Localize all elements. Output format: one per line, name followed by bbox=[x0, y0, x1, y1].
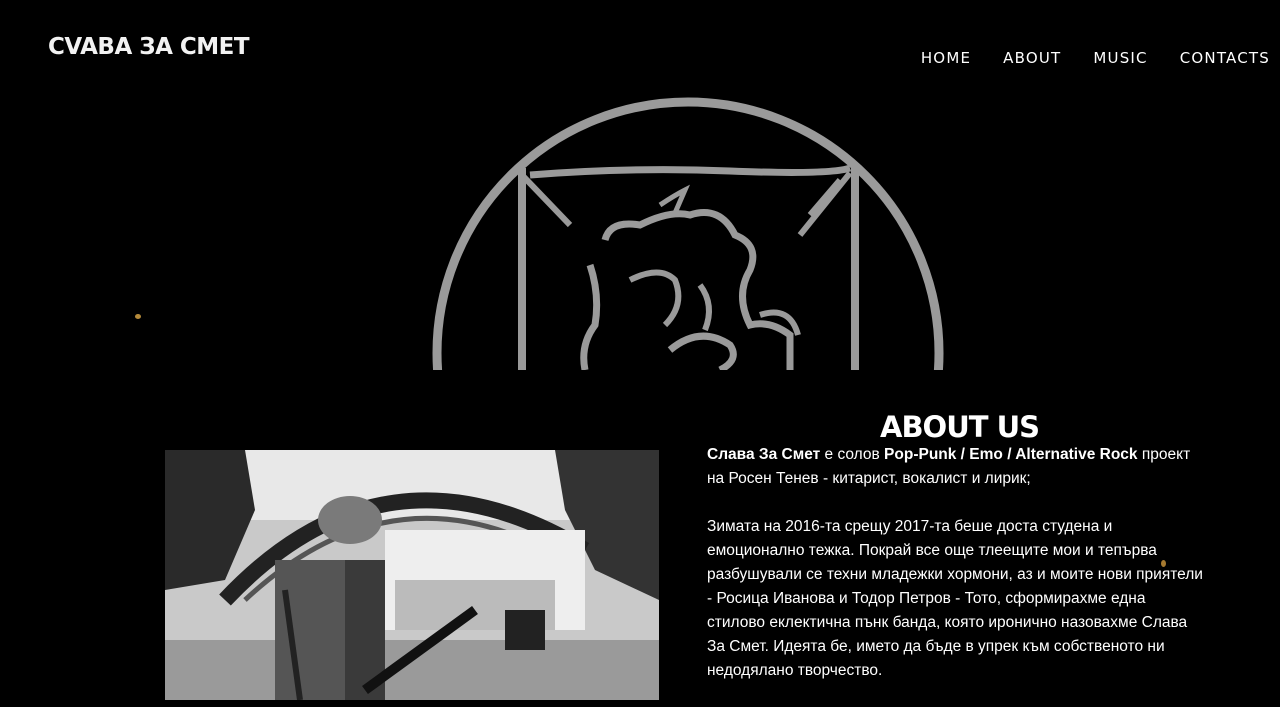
about-title: ABOUT US bbox=[880, 410, 1040, 445]
about-story: Зимата на 2016-та срещу 2017-та беше дос… bbox=[707, 518, 1203, 679]
genre: Pop-Punk / Emo / Alternative Rock bbox=[884, 446, 1138, 463]
nav-music[interactable]: MUSIC bbox=[1093, 49, 1147, 67]
site-logo[interactable]: CVABA ЗA CMET bbox=[48, 34, 250, 60]
about-text: Слава За Смет е солов Pop-Punk / Emo / A… bbox=[707, 443, 1207, 707]
nav-about[interactable]: ABOUT bbox=[1003, 49, 1061, 67]
band-photo bbox=[165, 450, 659, 700]
nav-home[interactable]: HOME bbox=[921, 49, 971, 67]
about-intro: Слава За Смет е солов Pop-Punk / Emo / A… bbox=[707, 443, 1207, 491]
main-nav: HOME ABOUT MUSIC CONTACTS bbox=[921, 49, 1270, 67]
decor-dot bbox=[135, 314, 141, 319]
hero-band-emblem bbox=[430, 95, 950, 370]
intro-text: е солов bbox=[820, 446, 885, 463]
nav-contacts[interactable]: CONTACTS bbox=[1180, 49, 1270, 67]
band-name: Слава За Смет bbox=[707, 446, 821, 463]
